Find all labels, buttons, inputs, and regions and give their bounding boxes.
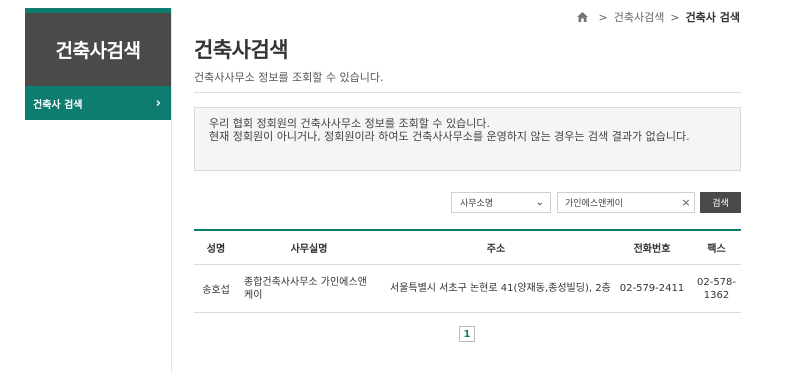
breadcrumb-current: 건축사 검색 [685, 11, 740, 24]
pagination-page-1[interactable]: 1 [459, 326, 475, 342]
cell-address: 서울특별시 서초구 논현로 41(양재동,종성빌딩), 2층 [390, 283, 611, 294]
breadcrumb-separator: > [670, 10, 680, 24]
notice-box: 우리 협회 정회원의 건축사사무소 정보를 조회할 수 있습니다. 현재 정회원… [194, 107, 741, 171]
notice-line: 현재 정회원이 아니거나, 정회원이라 하여도 건축사사무소를 운영하지 않는 … [209, 130, 690, 143]
clear-icon[interactable]: × [678, 196, 694, 209]
column-header-office: 사무실명 [290, 244, 328, 255]
page-title: 건축사검색 [194, 38, 289, 62]
breadcrumb-item-architect-search[interactable]: 건축사검색 [614, 9, 665, 25]
title-divider [194, 92, 741, 93]
sidebar-item-label: 건축사 검색 [33, 99, 83, 111]
sidebar-title: 건축사검색 [55, 40, 141, 62]
column-header-fax: 팩스 [707, 244, 726, 255]
cell-phone: 02-579-2411 [619, 283, 685, 294]
results-table: 성명 사무실명 주소 전화번호 팩스 송호섭 종합건축사사무소 가인에스앤케이 … [194, 229, 741, 313]
cell-fax: 02-578-1362 [696, 276, 737, 301]
breadcrumb-separator: > [598, 10, 608, 24]
sidebar-item-architect-search[interactable]: 건축사 검색 › [25, 86, 171, 120]
breadcrumb: > 건축사검색 > 건축사 검색 [576, 9, 740, 25]
cell-office: 종합건축사사무소 가인에스앤케이 [244, 276, 367, 301]
column-header-name: 성명 [206, 244, 226, 255]
search-type-select[interactable]: 사무소명 ⌄ [451, 192, 551, 213]
column-header-address: 주소 [486, 244, 506, 255]
page-subtitle: 건축사사무소 정보를 조회할 수 있습니다. [194, 71, 384, 84]
search-input-wrapper: × [557, 192, 695, 213]
home-icon[interactable] [576, 12, 588, 22]
chevron-down-icon: ⌄ [535, 197, 544, 208]
table-row[interactable]: 송호섭 종합건축사사무소 가인에스앤케이 서울특별시 서초구 논현로 41(양재… [194, 265, 741, 313]
sidebar-header: 건축사검색 [25, 8, 171, 86]
column-header-phone: 전화번호 [633, 244, 671, 255]
search-input[interactable] [558, 193, 678, 212]
search-type-value: 사무소명 [460, 199, 494, 209]
notice-line: 우리 협회 정회원의 건축사사무소 정보를 조회할 수 있습니다. [209, 117, 490, 130]
cell-name: 송호섭 [202, 285, 230, 296]
sidebar: 건축사검색 건축사 검색 › [25, 8, 172, 373]
chevron-right-icon: › [155, 95, 161, 111]
table-header: 성명 사무실명 주소 전화번호 팩스 [194, 231, 741, 265]
search-button[interactable]: 검색 [700, 192, 741, 213]
